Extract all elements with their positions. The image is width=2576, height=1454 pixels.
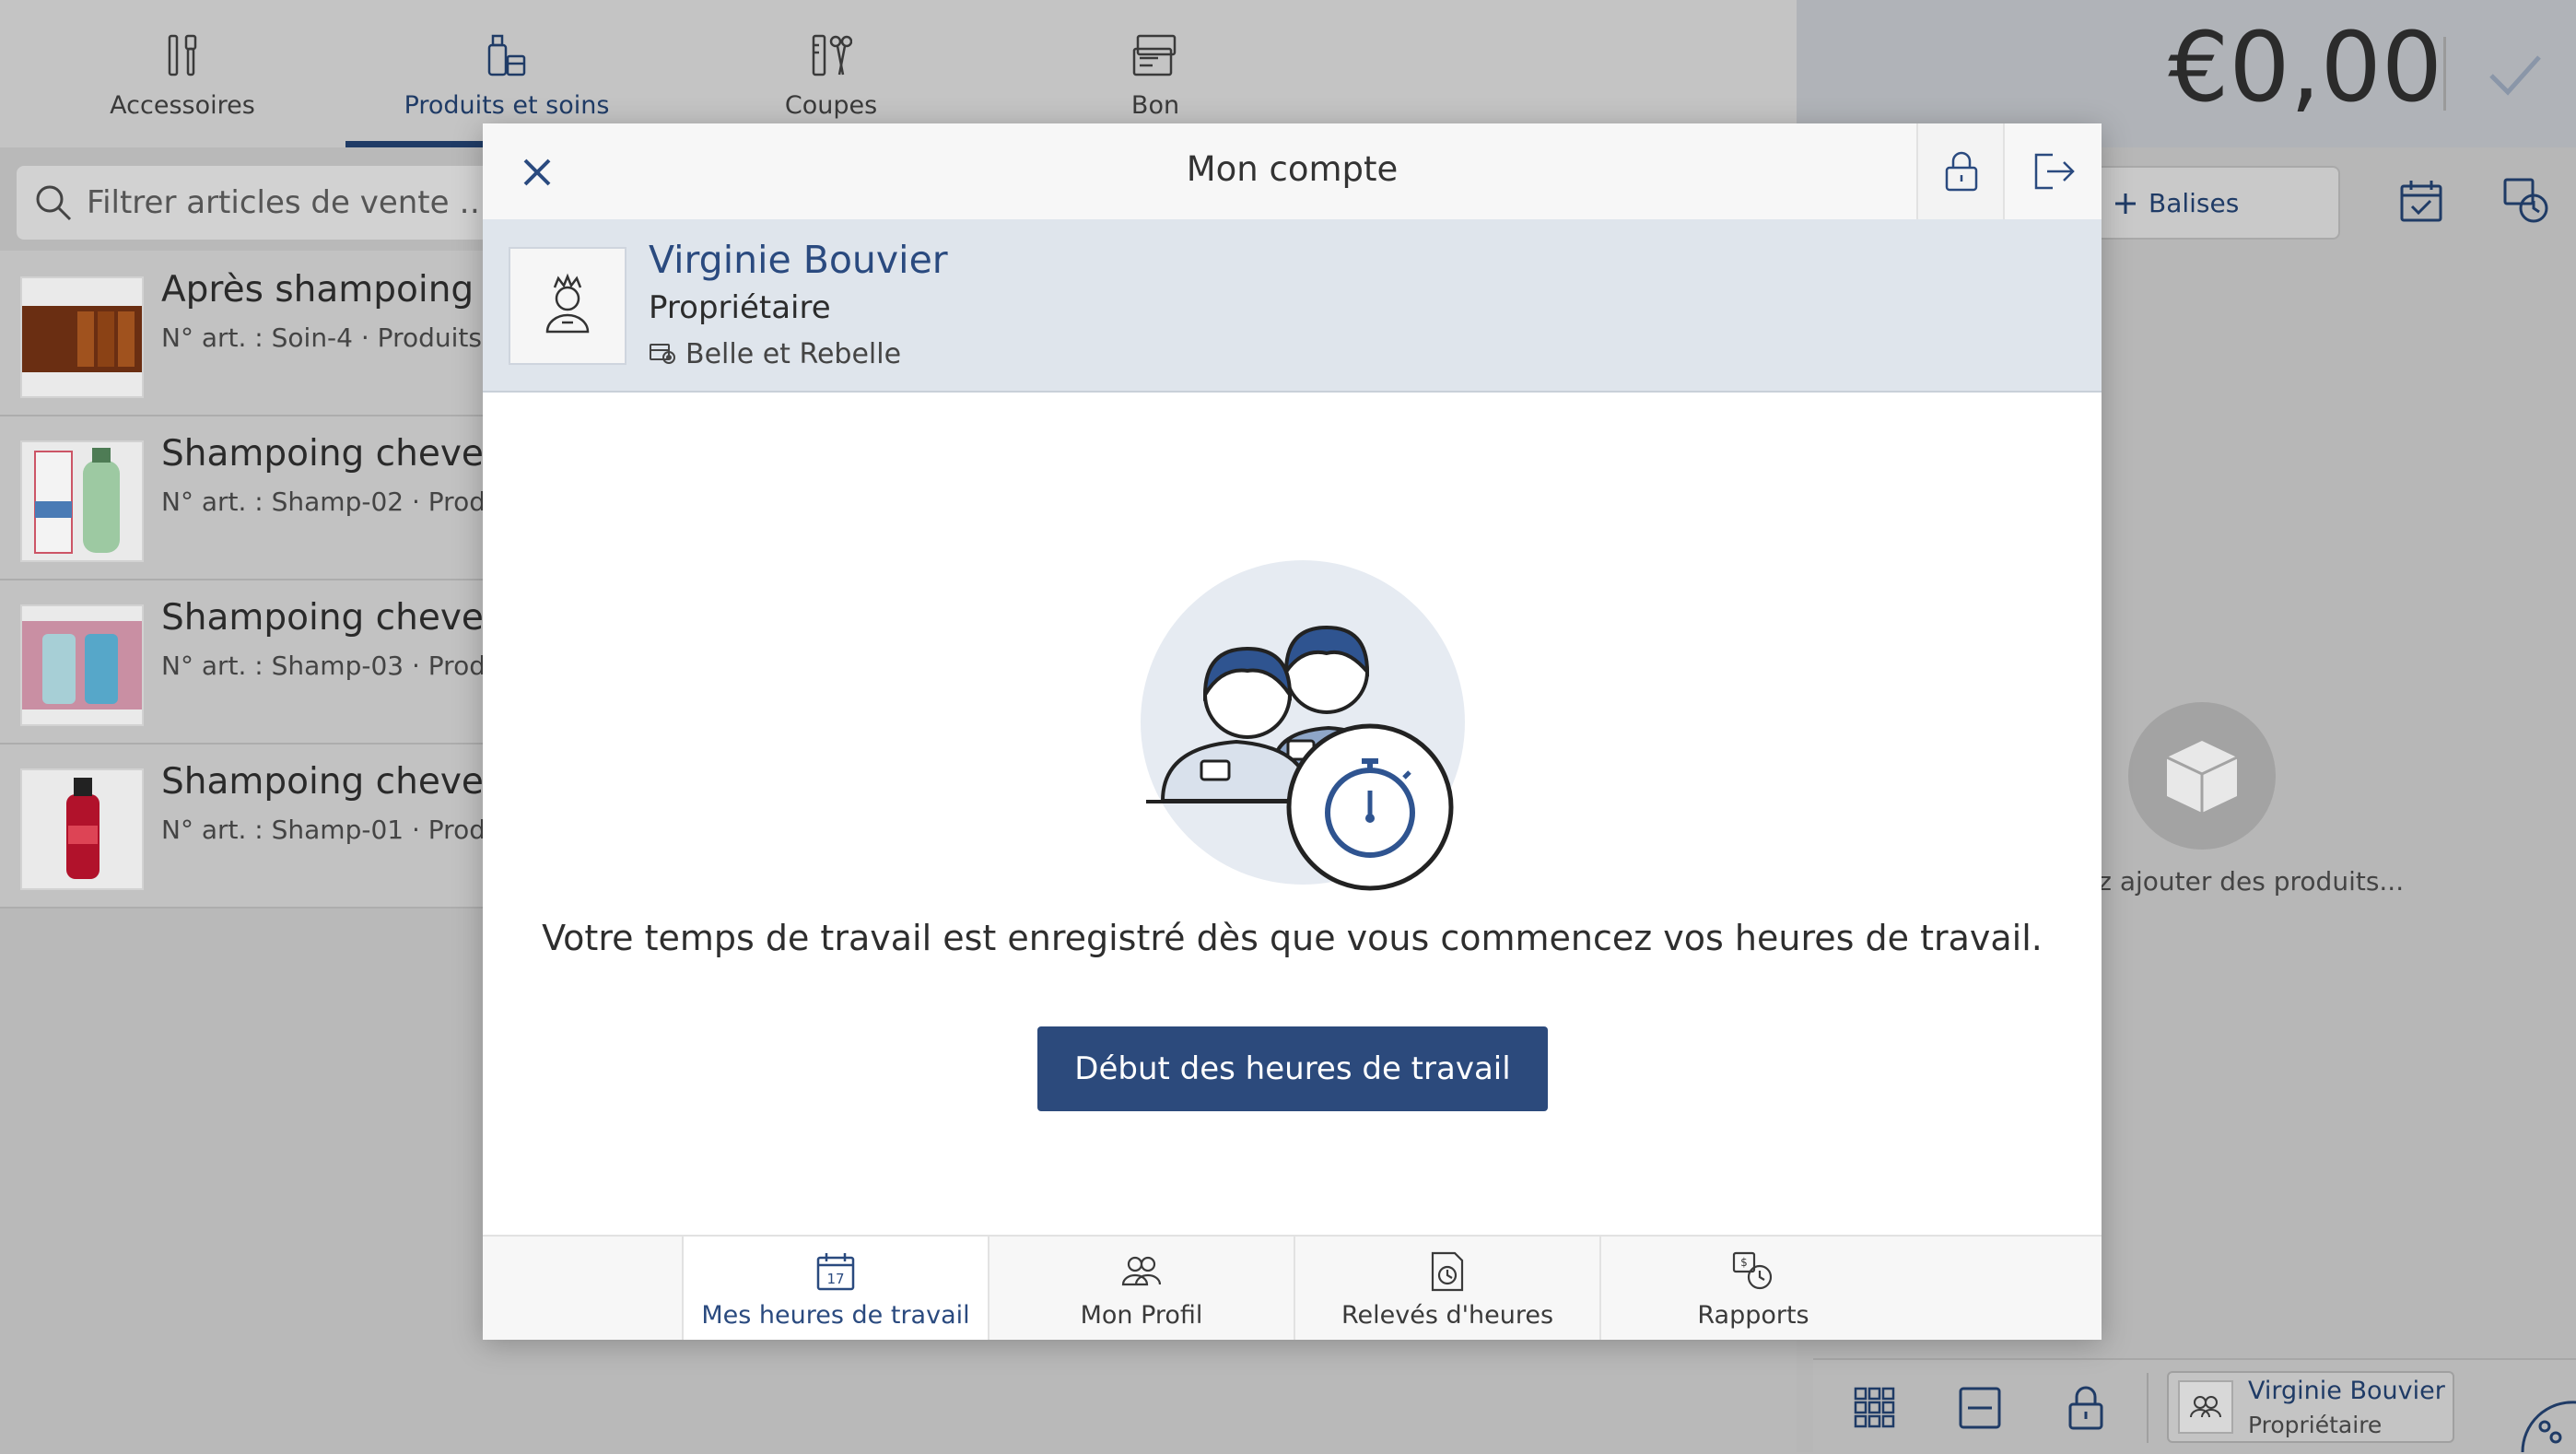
- start-work-hours-button[interactable]: Début des heures de travail: [1037, 1026, 1548, 1111]
- user-location: Belle et Rebelle: [649, 335, 901, 372]
- plus-icon: [2115, 193, 2136, 214]
- account-dialog: Mon compte Virginie Bouvier Propriétaire…: [483, 123, 2102, 1340]
- owner-crown-icon: [545, 273, 590, 334]
- location-name: Belle et Rebelle: [685, 337, 902, 370]
- users-icon: [2190, 1396, 2221, 1418]
- timesheet-icon: [1431, 1251, 1464, 1292]
- corner-menu-icon[interactable]: [2521, 1401, 2576, 1452]
- product-name: Shampoing cheveux: [161, 433, 528, 475]
- tab-releves-d-heures[interactable]: Relevés d'heures: [1294, 1237, 1599, 1340]
- list-item[interactable]: Shampoing cheveux N° art. : Shamp-02 · P…: [0, 415, 528, 580]
- footer-tab-label: Mon Profil: [1080, 1301, 1203, 1330]
- footer-tab-label: Relevés d'heures: [1341, 1301, 1554, 1330]
- products-icon: [487, 34, 526, 76]
- tags-button-label: Balises: [2149, 188, 2240, 218]
- product-name: Shampoing cheveux: [161, 761, 528, 803]
- logout-icon: [2034, 153, 2075, 190]
- user-role: Propriétaire: [649, 289, 831, 326]
- tab-mon-profil[interactable]: Mon Profil: [988, 1237, 1294, 1340]
- tab-mes-heures-de-travail[interactable]: 17 Mes heures de travail: [682, 1237, 988, 1340]
- confirm-check-icon[interactable]: [2488, 52, 2543, 98]
- footer-tab-label: Mes heures de travail: [701, 1301, 970, 1330]
- user-role: Propriétaire: [2248, 1412, 2383, 1438]
- tags-button[interactable]: Balises: [2082, 166, 2340, 240]
- calendar-check-icon[interactable]: [2399, 179, 2443, 223]
- work-time-message: Votre temps de travail est enregistré dè…: [542, 918, 2043, 958]
- product-meta: N° art. : Shamp-03 · Produ: [161, 651, 502, 681]
- product-thumbnail: [20, 276, 144, 398]
- search-placeholder: Filtrer articles de vente …: [87, 184, 491, 221]
- minus-box-icon[interactable]: [1959, 1387, 2001, 1429]
- grid-icon[interactable]: [1854, 1387, 1896, 1429]
- empty-cart-illustration: [2128, 702, 2276, 850]
- list-item[interactable]: Shampoing cheveux N° art. : Shamp-01 · P…: [0, 743, 528, 909]
- voucher-icon: [1132, 34, 1177, 76]
- product-thumbnail: [20, 604, 144, 726]
- user-name: Virginie Bouvier: [649, 238, 948, 282]
- work-time-illustration: [1141, 560, 1465, 891]
- history-icon[interactable]: [2502, 177, 2550, 225]
- cart-total: €0,00: [2168, 11, 2442, 123]
- product-thumbnail: [20, 768, 144, 890]
- store-location-icon: [650, 344, 675, 364]
- logout-button[interactable]: [2003, 123, 2103, 219]
- divider: [2443, 37, 2446, 111]
- user-name: Virginie Bouvier: [2248, 1377, 2445, 1405]
- product-meta: N° art. : Shamp-01 · Produ: [161, 815, 502, 845]
- product-thumbnail: [20, 440, 144, 562]
- tab-label: Coupes: [784, 91, 878, 120]
- product-meta: N° art. : Shamp-02 · Produ: [161, 487, 502, 517]
- scissors-icon: [812, 34, 852, 76]
- avatar: [2178, 1380, 2233, 1434]
- calendar-day: 17: [826, 1271, 844, 1287]
- tab-label: Accessoires: [110, 91, 255, 120]
- accessories-icon: [168, 34, 197, 76]
- current-user-chip[interactable]: Virginie Bouvier Propriétaire: [2167, 1371, 2454, 1443]
- lock-button[interactable]: [1916, 123, 2003, 219]
- lock-icon: [1945, 151, 1978, 192]
- search-icon: [36, 185, 72, 221]
- dialog-header: Mon compte: [483, 123, 2102, 221]
- box-icon: [2166, 741, 2238, 813]
- divider: [2147, 1373, 2149, 1443]
- product-name: Après shampoing: [161, 269, 474, 311]
- calendar-icon: 17: [816, 1253, 855, 1291]
- product-meta: N° art. : Soin-4 · Produits: [161, 322, 482, 353]
- tab-rapports[interactable]: $ Rapports: [1599, 1237, 1905, 1340]
- tab-label: Bon: [1130, 91, 1180, 120]
- svg-text:$: $: [1740, 1256, 1748, 1269]
- product-name: Shampoing cheveux: [161, 597, 528, 639]
- tab-accessoires[interactable]: Accessoires: [21, 0, 344, 147]
- list-item[interactable]: Après shampoing N° art. : Soin-4 · Produ…: [0, 251, 488, 416]
- dialog-title: Mon compte: [1186, 149, 1399, 189]
- lock-icon[interactable]: [2067, 1384, 2104, 1430]
- footer-tab-label: Rapports: [1697, 1301, 1809, 1330]
- avatar: [509, 247, 626, 365]
- tab-label: Produits et soins: [404, 91, 610, 120]
- dialog-footer-tabs: 17 Mes heures de travail Mon Profil Rele…: [483, 1235, 2102, 1340]
- product-search-bar[interactable]: Filtrer articles de vente …: [17, 166, 496, 240]
- product-list: Après shampoing N° art. : Soin-4 · Produ…: [0, 251, 528, 909]
- list-item[interactable]: Shampoing cheveux N° art. : Shamp-03 · P…: [0, 579, 528, 745]
- profile-icon: [1121, 1256, 1162, 1286]
- reports-icon: $: [1732, 1251, 1773, 1290]
- user-info-band: Virginie Bouvier Propriétaire Belle et R…: [483, 219, 2102, 393]
- empty-cart-text: ez ajouter des produits...: [2082, 866, 2405, 897]
